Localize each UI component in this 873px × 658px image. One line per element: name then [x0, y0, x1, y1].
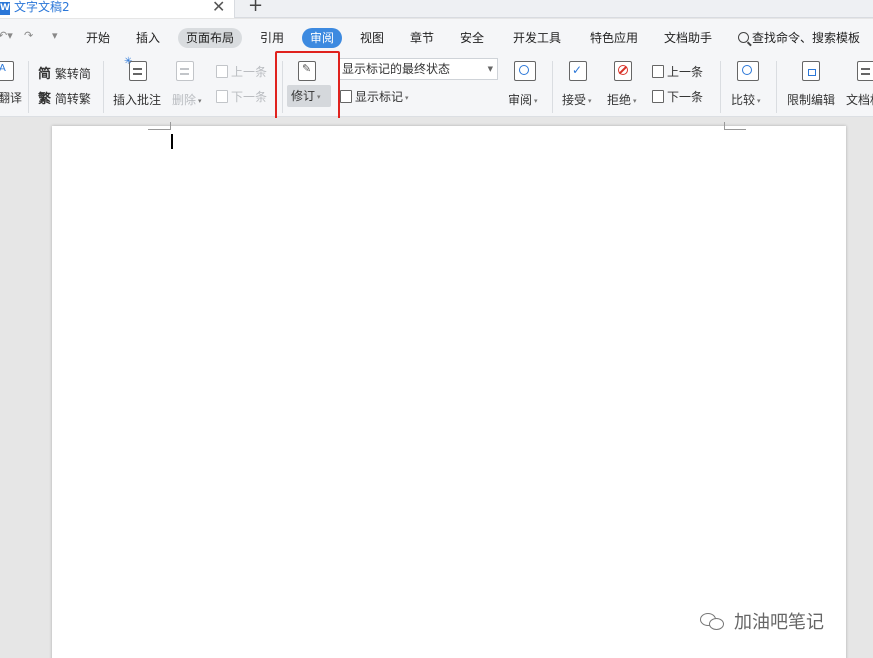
translate-label: 翻译: [0, 91, 23, 105]
doc-permission-label: 文档权: [846, 93, 873, 107]
prev-comment-label: 上一条: [231, 65, 268, 79]
menu-bar: ↶▾ ↷ ▾ 开始 插入 页面布局 引用 审阅 视图 章节 安全 开发工具 特色…: [0, 19, 873, 55]
ribbon-separator: [103, 61, 104, 113]
document-page[interactable]: [52, 122, 846, 658]
close-icon[interactable]: ✕: [212, 0, 225, 16]
insert-comment-label: 插入批注: [113, 93, 162, 107]
tab-special-apps[interactable]: 特色应用: [582, 28, 646, 48]
title-bar: W 文字文稿2 ✕ +: [0, 0, 873, 18]
next-comment-label: 下一条: [231, 90, 268, 104]
review-pane-label: 审阅: [508, 93, 533, 107]
text-cursor: [171, 134, 173, 149]
margin-corner-right: [724, 129, 746, 130]
delete-comment-label: 删除: [172, 93, 197, 107]
document-tab[interactable]: W 文字文稿2 ✕: [0, 0, 235, 18]
delete-comment-label-wrap: 删除 ▾: [172, 93, 202, 107]
document-title: 文字文稿2: [14, 0, 70, 14]
compare-label-wrap: 比较 ▾: [731, 93, 761, 107]
tab-start[interactable]: 开始: [78, 28, 118, 48]
watermark-text: 加油吧笔记: [734, 612, 824, 633]
simp-to-trad-button[interactable]: 繁 简转繁: [38, 88, 91, 107]
translate-button[interactable]: A: [0, 61, 14, 84]
compare-icon: [737, 61, 759, 81]
translate-icon: A: [0, 61, 14, 81]
ribbon-separator: [720, 61, 721, 113]
trad-char-icon: 简: [38, 67, 52, 82]
redo-icon[interactable]: ↷: [24, 29, 33, 42]
trad-to-simp-label: 繁转简: [54, 67, 91, 81]
wps-writer-icon: W: [0, 2, 10, 15]
show-markup-label: 显示标记: [355, 90, 404, 104]
doc-permission-icon: [857, 61, 873, 81]
next-change-icon: [652, 90, 664, 103]
next-comment-icon: [216, 90, 228, 103]
lock-icon: [802, 61, 820, 81]
prev-change-label: 上一条: [667, 65, 704, 79]
restrict-edit-button[interactable]: [802, 61, 820, 84]
tab-developer[interactable]: 开发工具: [505, 28, 569, 48]
margin-corner-left-v: [170, 122, 171, 130]
search-label: 查找命令、搜索模板: [752, 31, 861, 45]
simp-to-trad-label: 简转繁: [54, 92, 91, 106]
wechat-icon: [700, 611, 726, 631]
document-area: [0, 118, 873, 658]
tab-review[interactable]: 审阅: [302, 28, 343, 48]
delete-comment-button[interactable]: [172, 61, 194, 84]
next-comment-button[interactable]: 下一条: [216, 88, 267, 105]
accept-label-wrap: 接受 ▾: [562, 93, 592, 107]
accept-check-icon: ✓: [569, 61, 587, 81]
ribbon-separator: [552, 61, 553, 113]
review-pane-icon: [514, 61, 536, 81]
prev-change-button[interactable]: 上一条: [652, 63, 703, 80]
accept-label: 接受: [562, 93, 587, 107]
command-search[interactable]: 查找命令、搜索模板: [738, 28, 860, 48]
ribbon-separator: [776, 61, 777, 113]
search-icon: [738, 32, 749, 43]
delete-comment-icon: [176, 61, 194, 81]
reject-icon: [614, 61, 632, 81]
tab-chapter[interactable]: 章节: [402, 28, 442, 48]
reject-label-wrap: 拒绝 ▾: [607, 93, 637, 107]
tab-insert[interactable]: 插入: [128, 28, 168, 48]
tab-page-layout[interactable]: 页面布局: [178, 28, 243, 48]
reject-button[interactable]: [614, 61, 632, 84]
prev-change-icon: [652, 65, 664, 78]
restrict-edit-label: 限制编辑: [787, 93, 836, 107]
review-pane-label-wrap: 审阅 ▾: [508, 93, 538, 107]
trad-to-simp-button[interactable]: 简 繁转简: [38, 63, 91, 82]
insert-comment-button[interactable]: ✳: [113, 56, 163, 84]
tab-doc-assistant[interactable]: 文档助手: [656, 28, 720, 48]
markup-display-select[interactable]: 显示标记的最终状态 ▼: [338, 58, 498, 80]
doc-permission-button[interactable]: [857, 61, 873, 84]
tab-security[interactable]: 安全: [452, 28, 492, 48]
next-change-label: 下一条: [667, 90, 704, 104]
watermark: 加油吧笔记: [700, 608, 824, 634]
simp-char-icon: 繁: [38, 92, 52, 107]
reject-label: 拒绝: [607, 93, 632, 107]
margin-corner-left: [148, 129, 170, 130]
undo-icon[interactable]: ↶▾: [0, 29, 13, 42]
quick-access-dropdown-icon[interactable]: ▾: [52, 29, 58, 42]
review-ribbon: A 翻译 简 繁转简 繁 简转繁 ✳ 插入批注 删除 ▾ 上一条 下一条 ✎ 修…: [0, 55, 873, 117]
compare-label: 比较: [731, 93, 756, 107]
compare-button[interactable]: [737, 61, 759, 84]
prev-comment-icon: [216, 65, 228, 78]
review-pane-button[interactable]: [512, 61, 536, 84]
next-change-button[interactable]: 下一条: [652, 88, 703, 105]
margin-corner-right-v: [724, 122, 725, 130]
show-markup-icon: [340, 90, 352, 103]
accept-button[interactable]: ✓: [569, 61, 587, 84]
insert-comment-icon: ✳: [124, 56, 147, 81]
ribbon-separator: [28, 61, 29, 113]
tab-view[interactable]: 视图: [352, 28, 392, 48]
new-tab-plus-icon[interactable]: +: [248, 0, 263, 16]
chevron-down-icon: ▼: [487, 65, 493, 73]
prev-comment-button[interactable]: 上一条: [216, 63, 267, 80]
tab-references[interactable]: 引用: [252, 28, 292, 48]
show-markup-button[interactable]: 显示标记 ▾: [340, 88, 409, 105]
markup-display-value: 显示标记的最终状态: [342, 62, 451, 76]
